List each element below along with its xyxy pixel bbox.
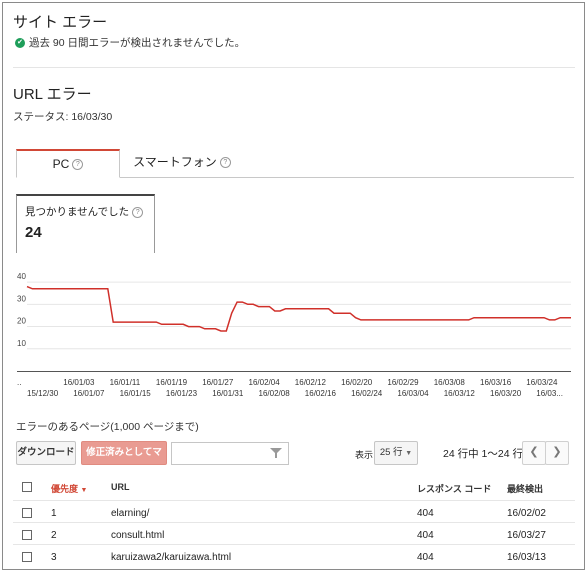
priority-header-label: 優先度 [51, 484, 79, 494]
row-response-code: 404 [417, 530, 434, 541]
filter-input[interactable] [171, 442, 289, 465]
x-tick-label: 16/01/03 [63, 378, 95, 387]
header-divider [13, 500, 575, 501]
tab-smartphone-label: スマートフォン [133, 155, 217, 169]
chevron-right-icon: ❯ [552, 446, 562, 458]
device-tabs: PC? スマートフォン? [16, 149, 574, 178]
mark-fixed-button[interactable]: 修正済みとしてマーク [81, 441, 167, 480]
x-tick-label: 16/03/04 [397, 389, 429, 398]
row-url[interactable]: elarning/ [111, 508, 149, 519]
x-tick-label: 16/02/12 [295, 378, 327, 387]
y-tick-label: 40 [17, 272, 26, 281]
pagination-status: 24 行中 1〜24 行 [443, 448, 523, 460]
x-tick-label: 16/01/27 [202, 378, 234, 387]
x-tick-label: 16/01/31 [212, 389, 244, 398]
filter-icon [270, 448, 282, 458]
row-divider [13, 522, 575, 523]
site-errors-message: 過去 90 日間エラーが検出されませんでした。 [29, 37, 246, 49]
select-all-checkbox[interactable] [22, 482, 32, 492]
help-icon[interactable]: ? [72, 159, 84, 171]
x-tick-label: .. [17, 378, 21, 387]
x-tick-label: 16/03/24 [526, 378, 558, 387]
x-tick-label: 15/12/30 [27, 389, 59, 398]
row-url[interactable]: consult.html [111, 530, 164, 541]
rows-per-page-value: 25 行 [379, 447, 403, 458]
x-tick-label: 16/03/12 [444, 389, 476, 398]
last-detected-column-header[interactable]: 最終検出 [507, 482, 543, 495]
row-priority: 2 [51, 530, 57, 541]
x-tick-label: 16/03/20 [490, 389, 522, 398]
response-code-column-header[interactable]: レスポンス コード [417, 482, 491, 495]
x-tick-label: 16/01/15 [120, 389, 152, 398]
site-errors-title: サイト エラー [13, 14, 108, 31]
row-url[interactable]: karuizawa2/karuizawa.html [111, 552, 231, 563]
download-button[interactable]: ダウンロード [16, 441, 76, 465]
section-divider [13, 67, 575, 68]
x-tick-label: 16/02/20 [341, 378, 373, 387]
url-errors-status: ステータス: 16/03/30 [13, 111, 113, 123]
x-tick-label: 16/02/29 [387, 378, 419, 387]
x-tick-label: 16/03... [536, 389, 563, 398]
x-tick-label: 16/02/24 [351, 389, 383, 398]
row-divider [13, 544, 575, 545]
prev-page-button[interactable]: ❮ [522, 441, 546, 465]
row-checkbox[interactable] [22, 552, 32, 562]
row-last-detected: 16/02/02 [507, 508, 546, 519]
y-tick-label: 30 [17, 294, 26, 303]
not-found-metric-box[interactable]: 見つかりませんでした? 24 [16, 194, 155, 253]
row-response-code: 404 [417, 552, 434, 563]
x-tick-label: 16/02/08 [259, 389, 291, 398]
sort-desc-icon: ▼ [80, 487, 88, 494]
help-icon[interactable]: ? [132, 206, 144, 218]
series-line [26, 285, 571, 332]
chevron-down-icon: ▼ [405, 450, 413, 457]
priority-column-header[interactable]: 優先度 ▼ [51, 482, 87, 495]
tab-pc[interactable]: PC? [16, 149, 120, 178]
y-tick-label: 10 [17, 339, 26, 348]
row-last-detected: 16/03/27 [507, 530, 546, 541]
row-priority: 1 [51, 508, 57, 519]
x-tick-label: 16/01/11 [110, 378, 141, 387]
row-response-code: 404 [417, 508, 434, 519]
x-tick-label: 16/01/07 [73, 389, 105, 398]
row-last-detected: 16/03/13 [507, 552, 546, 563]
errors-line-chart: 40 30 20 10.. 16/01/03 16/01/11 16/01/19 16/01/… [17, 272, 571, 398]
show-label: 表示 [355, 450, 374, 460]
x-tick-label: 16/03/08 [434, 378, 466, 387]
webmaster-crawl-errors-panel: サイト エラー ✔ 過去 90 日間エラーが検出されませんでした。 URL エラー… [2, 2, 585, 570]
metric-value: 24 [25, 224, 42, 241]
metric-label-wrap: 見つかりませんでした? [25, 204, 144, 219]
y-tick-label: 20 [17, 317, 26, 326]
tab-smartphone[interactable]: スマートフォン? [132, 149, 232, 176]
metric-label: 見つかりませんでした [25, 206, 130, 218]
check-circle-icon: ✔ [15, 38, 25, 49]
row-priority: 3 [51, 552, 57, 563]
x-tick-label: 16/02/16 [305, 389, 337, 398]
row-checkbox[interactable] [22, 508, 32, 518]
site-errors-status: ✔ 過去 90 日間エラーが検出されませんでした。 [15, 35, 245, 50]
rows-per-page-select[interactable]: 25 行 ▼ [374, 441, 418, 465]
x-tick-label: 16/02/04 [249, 378, 281, 387]
chevron-left-icon: ❮ [529, 446, 539, 458]
help-icon[interactable]: ? [219, 157, 231, 169]
x-tick-label: 16/01/23 [166, 389, 198, 398]
url-column-header[interactable]: URL [111, 482, 130, 492]
tab-pc-label: PC [52, 157, 70, 171]
url-errors-title: URL エラー [13, 86, 92, 103]
x-tick-label: 16/01/19 [156, 378, 188, 387]
table-heading: エラーのあるページ(1,000 ページまで) [16, 421, 199, 433]
row-checkbox[interactable] [22, 530, 32, 540]
x-tick-label: 16/03/16 [480, 378, 512, 387]
next-page-button[interactable]: ❯ [545, 441, 569, 465]
